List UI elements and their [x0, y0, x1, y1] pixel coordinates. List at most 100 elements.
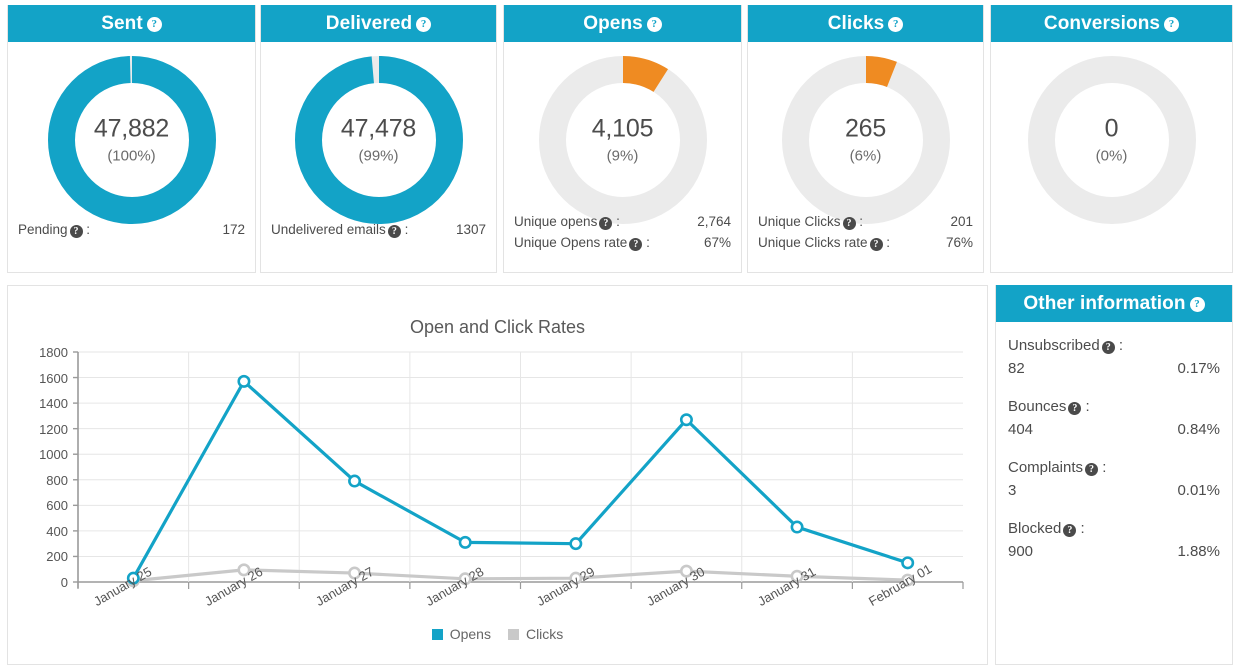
question-mark-icon[interactable]: ?	[1068, 402, 1082, 415]
other-information-rate: 0.01%	[1177, 482, 1220, 499]
question-mark-icon[interactable]: ?	[69, 225, 83, 238]
stat-detail-row: Unique Clicks rate? : 76%	[758, 232, 973, 253]
stat-detail-label-text: Undelivered emails	[271, 222, 386, 237]
stat-card-header-conversions: Conversions?	[991, 5, 1232, 42]
other-information-label-text: Bounces	[1008, 398, 1067, 415]
stat-card-header-delivered: Delivered?	[261, 5, 496, 42]
colon-separator: :	[1081, 398, 1090, 415]
other-information-count: 900	[1008, 543, 1034, 560]
y-axis-tick-label: 800	[46, 472, 68, 488]
stat-card-title: Sent	[101, 13, 143, 34]
donut-value: 0	[1104, 114, 1119, 143]
donut-percent: (0%)	[1095, 147, 1128, 165]
legend-item-clicks[interactable]: Clicks	[507, 626, 563, 642]
y-axis-tick-label: 0	[60, 575, 68, 590]
other-information-values: 3 0.01%	[1008, 481, 1220, 501]
donut-percent: (6%)	[849, 147, 882, 165]
question-mark-icon[interactable]: ?	[869, 238, 883, 251]
stat-card-detail-rows: Undelivered emails? : 1307	[271, 219, 486, 240]
other-information-count: 82	[1008, 360, 1025, 377]
stat-detail-label-text: Unique Clicks	[758, 214, 841, 229]
stat-detail-row: Unique opens? : 2,764	[514, 211, 731, 232]
colon-separator: :	[882, 235, 891, 250]
other-information-item: Unsubscribed? : 82 0.17%	[1008, 336, 1220, 379]
donut-chart-sent: 47,882 (100%)	[47, 56, 216, 224]
chart-title: Open and Click Rates	[409, 317, 586, 337]
stat-detail-label: Unique Clicks? :	[758, 211, 863, 232]
question-mark-icon[interactable]: ?	[842, 217, 856, 230]
other-information-count: 404	[1008, 421, 1034, 438]
donut-center-label: 47,882 (100%)	[48, 116, 216, 165]
stat-card-title: Clicks	[827, 13, 885, 34]
chart-plot-area: 0 200 400 600 800 1000 1200 1400 1600 1800 Januar…	[8, 338, 989, 658]
donut-center-label: 47,478 (99%)	[295, 114, 463, 165]
stat-card-detail-rows: Unique Clicks? : 201 Unique Clicks rate? :…	[758, 211, 973, 253]
stat-detail-label: Undelivered emails? :	[271, 219, 408, 240]
question-mark-icon[interactable]: ?	[387, 225, 401, 238]
legend-swatch-icon	[431, 628, 443, 640]
question-mark-icon[interactable]: ?	[1189, 297, 1205, 312]
question-mark-icon[interactable]: ?	[1085, 463, 1099, 476]
donut-percent: (9%)	[606, 147, 639, 165]
y-axis-tick-label: 1400	[39, 396, 68, 412]
colon-separator: :	[82, 222, 91, 237]
question-mark-icon[interactable]: ?	[1164, 17, 1180, 32]
y-axis-tick-label: 200	[46, 549, 68, 565]
colon-separator: :	[612, 214, 620, 229]
donut-center-label: 0 (0%)	[1028, 114, 1196, 165]
question-mark-icon[interactable]: ?	[646, 17, 662, 32]
open-click-rates-chart-card: Open and Click Rates 0 200 400 600 800 1000 12…	[7, 285, 988, 665]
stat-detail-row: Unique Clicks? : 201	[758, 211, 973, 232]
legend-item-opens[interactable]: Opens	[431, 626, 491, 642]
colon-separator: :	[1098, 459, 1107, 476]
donut-value: 265	[844, 114, 887, 143]
stat-detail-label: Unique Opens rate? :	[514, 232, 650, 253]
stat-card-header-clicks: Clicks?	[748, 5, 983, 42]
donut-percent: (99%)	[358, 147, 399, 165]
question-mark-icon[interactable]: ?	[629, 238, 643, 251]
donut-center-label: 265 (6%)	[782, 114, 950, 165]
other-information-list: Unsubscribed? : 82 0.17% Bounces? : 404 0.84%…	[996, 322, 1232, 562]
stat-detail-label: Pending? :	[18, 219, 90, 240]
donut-chart-clicks: 265 (6%)	[781, 56, 950, 224]
stat-detail-label-text: Pending	[18, 222, 68, 237]
stat-card-delivered: Delivered? 47,478 (99%) Undelivered emails?…	[260, 5, 497, 273]
question-mark-icon[interactable]: ?	[599, 217, 613, 230]
stat-detail-label: Unique Clicks rate? :	[758, 232, 890, 253]
stat-card-body: 47,478 (99%) Undelivered emails? : 1307	[261, 42, 496, 273]
y-axis-tick-label: 1800	[39, 345, 68, 360]
other-information-label: Blocked? :	[1008, 519, 1220, 539]
question-mark-icon[interactable]: ?	[1101, 341, 1115, 354]
colon-separator: :	[1114, 337, 1124, 354]
stat-card-conversions: Conversions? 0 (0%)	[990, 5, 1233, 273]
stat-card-title: Opens	[583, 13, 643, 34]
stat-card-detail-rows: Unique opens? : 2,764 Unique Opens rate? :…	[514, 211, 731, 253]
donut-value: 4,105	[591, 114, 654, 143]
question-mark-icon[interactable]: ?	[146, 17, 162, 32]
other-information-label-text: Blocked	[1008, 520, 1062, 537]
stat-card-opens: Opens? 4,105 (9%) Unique opens? :2,764 Uniqu…	[503, 5, 742, 273]
other-information-item: Blocked? : 900 1.88%	[1008, 519, 1220, 562]
stat-card-body: 4,105 (9%) Unique opens? : 2,764 Unique Open…	[504, 42, 741, 273]
donut-value: 47,478	[340, 114, 417, 143]
y-axis-tick-label: 1600	[39, 370, 68, 386]
question-mark-icon[interactable]: ?	[1063, 524, 1077, 537]
stat-detail-value: 76%	[945, 235, 973, 250]
y-axis-tick-label: 600	[46, 498, 68, 514]
stat-card-body: 265 (6%) Unique Clicks? : 201 Unique Clicks …	[748, 42, 983, 273]
question-mark-icon[interactable]: ?	[888, 17, 904, 32]
question-mark-icon[interactable]: ?	[416, 17, 432, 32]
chart-svg	[73, 351, 964, 589]
stat-card-title: Conversions	[1043, 13, 1161, 34]
stat-card-sent: Sent? 47,882 (100%) Pending? : 172	[7, 5, 256, 273]
stat-detail-value: 2,764	[697, 214, 731, 229]
other-information-item: Bounces? : 404 0.84%	[1008, 397, 1220, 440]
stat-detail-value: 201	[950, 214, 973, 229]
y-axis-tick-label: 400	[46, 523, 68, 539]
other-information-rate: 0.17%	[1177, 360, 1220, 377]
donut-percent: (100%)	[107, 147, 156, 165]
colon-separator: :	[1076, 520, 1085, 537]
colon-separator: :	[855, 214, 864, 229]
stat-card-body: 0 (0%)	[991, 42, 1232, 273]
other-information-values: 900 1.88%	[1008, 542, 1220, 562]
